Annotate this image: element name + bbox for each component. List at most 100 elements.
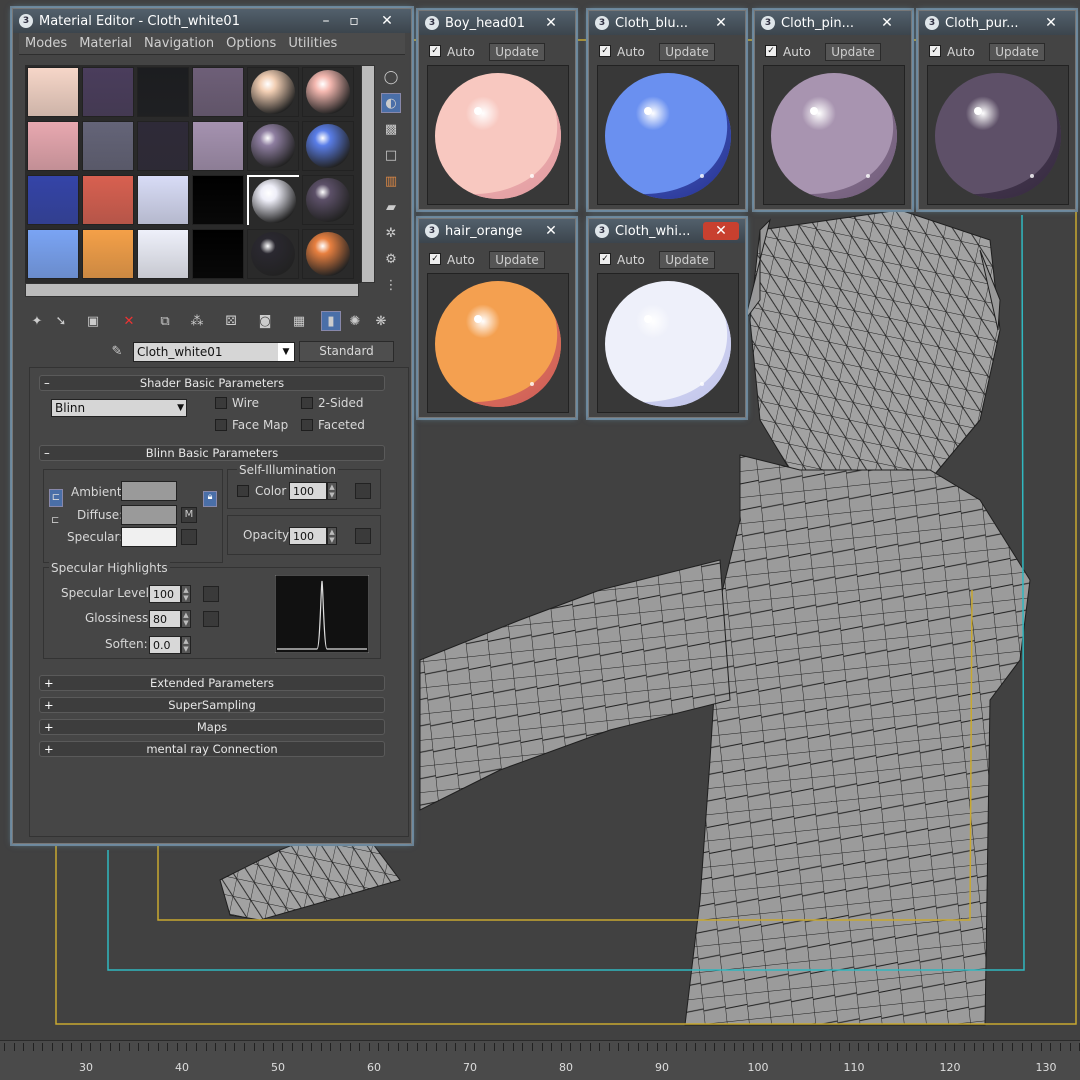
glossiness-value[interactable]: 80 [149,610,181,628]
close-button[interactable]: ✕ [1033,14,1069,32]
auto-checkbox[interactable]: ✓ [765,45,777,57]
material-slot[interactable] [247,229,299,279]
slot-vertical-scrollbar[interactable] [361,65,375,283]
close-button[interactable]: ✕ [369,12,405,30]
material-slot[interactable] [27,67,79,117]
lock-diffuse-specular-icon[interactable]: ⊏ [51,515,63,533]
show-shaded-icon[interactable]: ◙ [255,311,275,331]
material-type-button[interactable]: Standard [299,341,394,362]
menu-navigation[interactable]: Navigation [138,36,220,51]
spinner-arrows-icon[interactable]: ▲ ▼ [181,585,191,603]
lock-ambient-diffuse-icon[interactable]: ⊏ [49,489,63,507]
maps-rollout[interactable]: + Maps [39,719,385,735]
update-button[interactable]: Update [825,43,881,61]
material-slot[interactable] [247,67,299,117]
ambient-swatch[interactable] [121,481,177,501]
material-slot[interactable] [27,229,79,279]
preview-titlebar[interactable]: 3 Cloth_pur... ✕ [919,11,1075,35]
material-slot[interactable] [302,175,354,225]
sample-type-icon[interactable]: ◯ [381,67,401,87]
spinner-arrows-icon[interactable]: ▲ ▼ [181,636,191,654]
reset-map-icon[interactable]: ✕ [119,311,139,331]
material-slot[interactable] [247,175,299,225]
update-button[interactable]: Update [489,251,545,269]
material-slot[interactable] [137,121,189,171]
make-unique-icon[interactable]: ⧉ [155,311,175,331]
timeline-ruler[interactable]: 30 40 50 60 70 80 90 100 110 120 130 [0,1040,1080,1080]
opacity-value[interactable]: 100 [289,527,327,545]
maximize-button[interactable]: ▫ [341,12,367,30]
diffuse-swatch[interactable] [121,505,177,525]
chevron-down-icon[interactable]: ▼ [278,343,294,361]
soften-value[interactable]: 0.0 [149,636,181,654]
material-slot[interactable] [247,121,299,171]
material-navigator-icon[interactable]: ⋮ [381,275,401,295]
preview-titlebar[interactable]: 3 Cloth_pin... ✕ [755,11,911,35]
close-button[interactable]: ✕ [703,14,739,32]
auto-checkbox[interactable]: ✓ [429,45,441,57]
material-slot[interactable] [82,175,134,225]
shader-select[interactable]: Blinn ▼ [51,399,187,417]
material-slot[interactable] [302,229,354,279]
material-id-channel-icon[interactable]: ⚄ [221,311,241,331]
put-to-scene-icon[interactable]: ➘ [51,311,71,331]
material-slot[interactable] [27,175,79,225]
material-name-field[interactable]: Cloth_white01 ▼ [133,342,295,362]
pick-from-object-icon[interactable]: ❋ [371,311,391,331]
go-forward-sibling-icon[interactable]: ✺ [345,311,365,331]
material-slot[interactable] [192,175,244,225]
specular-level-value[interactable]: 100 [149,585,181,603]
material-slot[interactable] [82,121,134,171]
sample-uv-tiling-icon[interactable]: □ [381,145,401,165]
close-button[interactable]: ✕ [869,14,905,32]
faceted-checkbox[interactable] [301,419,313,431]
two-sided-checkbox[interactable] [301,397,313,409]
opacity-map-button[interactable] [355,528,371,544]
eyedropper-icon[interactable]: ✎ [107,341,127,361]
auto-checkbox[interactable]: ✓ [929,45,941,57]
get-material-icon[interactable]: ✦ [27,311,47,331]
auto-checkbox[interactable]: ✓ [429,253,441,265]
backlight-icon[interactable]: ◐ [381,93,401,113]
material-slot[interactable] [192,229,244,279]
update-button[interactable]: Update [659,251,715,269]
minimize-button[interactable]: – [313,12,339,30]
spinner-arrows-icon[interactable]: ▲ ▼ [181,610,191,628]
make-preview-icon[interactable]: ▰ [381,197,401,217]
self-illum-map-button[interactable] [355,483,371,499]
shader-basic-rollout[interactable]: – Shader Basic Parameters [39,375,385,391]
update-button[interactable]: Update [489,43,545,61]
video-color-check-icon[interactable]: ▥ [381,171,401,191]
auto-checkbox[interactable]: ✓ [599,253,611,265]
spinner-arrows-icon[interactable]: ▲ ▼ [327,527,337,545]
supersampling-rollout[interactable]: + SuperSampling [39,697,385,713]
preview-titlebar[interactable]: 3 hair_orange ✕ [419,219,575,243]
material-slot[interactable] [137,175,189,225]
material-editor-titlebar[interactable]: 3 Material Editor - Cloth_white01 – ▫ ✕ [13,9,411,33]
close-button[interactable]: ✕ [703,222,739,240]
self-illum-value[interactable]: 100 [289,482,327,500]
material-slot[interactable] [82,229,134,279]
material-slot[interactable] [192,67,244,117]
auto-checkbox[interactable]: ✓ [599,45,611,57]
go-to-parent-icon[interactable]: ▮ [321,311,341,331]
update-button[interactable]: Update [989,43,1045,61]
specular-swatch[interactable] [121,527,177,547]
update-button[interactable]: Update [659,43,715,61]
background-icon[interactable]: ▩ [381,119,401,139]
show-end-result-icon[interactable]: ▦ [289,311,309,331]
material-slot[interactable] [137,229,189,279]
self-illum-color-checkbox[interactable] [237,485,249,497]
face-map-checkbox[interactable] [215,419,227,431]
material-slot[interactable] [82,67,134,117]
specular-level-map-button[interactable] [203,586,219,602]
specular-map-button[interactable] [181,529,197,545]
menu-modes[interactable]: Modes [19,36,73,51]
material-slot[interactable] [137,67,189,117]
spinner-arrows-icon[interactable]: ▲ ▼ [327,482,337,500]
material-slot[interactable] [302,121,354,171]
glossiness-map-button[interactable] [203,611,219,627]
material-slot[interactable] [192,121,244,171]
material-slot[interactable] [302,67,354,117]
menu-utilities[interactable]: Utilities [282,36,343,51]
